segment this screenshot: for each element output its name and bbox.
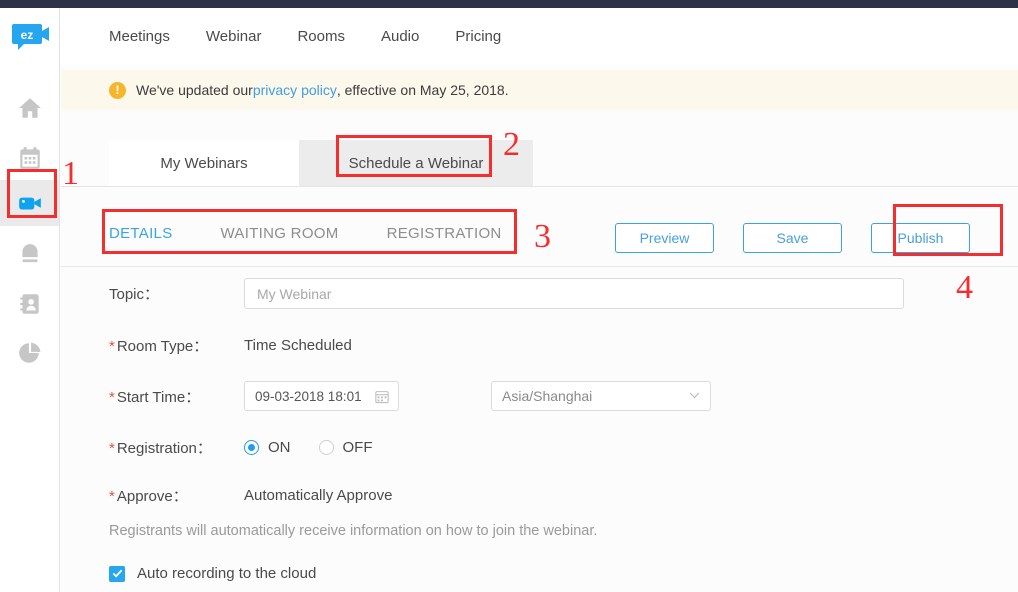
top-bar-strip: [0, 0, 1018, 8]
privacy-policy-banner: ! We've updated our privacy policy , eff…: [61, 70, 1018, 110]
nav-item-rooms[interactable]: Rooms: [297, 28, 345, 45]
timezone-select[interactable]: Asia/Shanghai: [491, 381, 711, 411]
chevron-down-icon: [689, 392, 700, 399]
banner-text-after: , effective on May 25, 2018.: [336, 82, 509, 98]
nav-item-webinar[interactable]: Webinar: [206, 28, 262, 45]
required-asterisk: *: [109, 439, 115, 457]
form-row-registration: * Registration： ON OFF: [61, 435, 1018, 459]
left-sidebar: ez: [0, 8, 60, 592]
topic-input[interactable]: [244, 278, 904, 309]
nav-item-audio[interactable]: Audio: [381, 28, 419, 45]
room-type-value: Time Scheduled: [244, 336, 352, 354]
room-type-label: * Room Type：: [109, 337, 209, 355]
radio-button-on[interactable]: [244, 439, 259, 455]
timezone-value: Asia/Shanghai: [502, 388, 593, 404]
sidebar-item-reports[interactable]: [0, 330, 59, 376]
tab-schedule-a-webinar[interactable]: Schedule a Webinar: [299, 140, 533, 186]
form-row-start-time: * Start Time： 09-03-2018 18:01 Asia/Shang: [61, 381, 1018, 411]
registration-label: * Registration：: [109, 439, 212, 457]
pie-chart-icon: [18, 342, 40, 363]
registration-radio-on[interactable]: ON: [244, 439, 291, 456]
sidebar-item-home[interactable]: [0, 85, 59, 131]
start-time-value: 09-03-2018 18:01: [255, 388, 362, 404]
approve-label: * Approve：: [109, 487, 188, 505]
calendar-icon: [19, 147, 40, 169]
webinar-details-form: Topic： *Room Type： Time Scheduled *Start…: [61, 278, 1018, 582]
start-time-label: * Start Time：: [109, 388, 201, 406]
video-camera-icon: [18, 197, 41, 210]
form-row-room-type: * Room Type： Time Scheduled: [61, 333, 1018, 357]
sidebar-item-webinar[interactable]: [0, 180, 59, 226]
section-tabs: DETAILS WAITING ROOM REGISTRATION: [109, 225, 502, 242]
subtab-registration[interactable]: REGISTRATION: [387, 225, 502, 242]
check-icon: [112, 569, 122, 578]
svg-text:ez: ez: [21, 28, 34, 42]
publish-button[interactable]: Publish: [871, 223, 970, 253]
save-button[interactable]: Save: [743, 223, 842, 253]
approve-helper-text: Registrants will automatically receive i…: [109, 523, 598, 539]
sidebar-item-calendar[interactable]: [0, 135, 59, 181]
tab-my-webinars[interactable]: My Webinars: [109, 140, 299, 186]
nav-item-pricing[interactable]: Pricing: [455, 28, 501, 45]
auto-recording-label: Auto recording to the cloud: [137, 565, 317, 582]
nav-item-meetings[interactable]: Meetings: [109, 28, 170, 45]
radio-label-off: OFF: [342, 438, 373, 456]
home-icon: [18, 98, 41, 118]
sidebar-item-contacts[interactable]: [0, 281, 59, 327]
radio-label-on: ON: [268, 438, 291, 456]
radio-button-off[interactable]: [318, 439, 334, 455]
registration-radio-group: ON OFF: [244, 439, 401, 456]
approve-value: Automatically Approve: [244, 486, 393, 504]
form-row-auto-recording: Auto recording to the cloud: [61, 565, 1018, 582]
topic-label: Topic：: [109, 286, 160, 303]
app-logo[interactable]: ez: [12, 22, 50, 52]
main-panel: Meetings Webinar Rooms Audio Pricing ! W…: [61, 8, 1018, 592]
registration-radio-off[interactable]: OFF: [318, 438, 373, 456]
form-row-approve: * Approve： Automatically Approve: [61, 483, 1018, 507]
required-asterisk: *: [109, 337, 115, 355]
banner-text-before: We've updated our: [136, 82, 253, 98]
top-navigation: Meetings Webinar Rooms Audio Pricing: [61, 8, 1018, 65]
app-root: ez Meetings Webinar Rooms Audio Pricing …: [0, 0, 1018, 592]
calendar-icon: [375, 391, 389, 404]
preview-button[interactable]: Preview: [615, 223, 714, 253]
address-book-icon: [19, 294, 39, 314]
auto-recording-checkbox[interactable]: [109, 565, 125, 582]
sidebar-item-recordings[interactable]: [0, 232, 59, 278]
privacy-policy-link[interactable]: privacy policy: [253, 82, 337, 98]
action-buttons: Preview Save Publish: [586, 223, 970, 253]
subtab-waiting-room[interactable]: WAITING ROOM: [221, 225, 339, 242]
start-time-input[interactable]: 09-03-2018 18:01: [244, 381, 399, 411]
recordings-icon: [21, 244, 38, 263]
form-row-topic: Topic：: [61, 278, 1018, 309]
subtab-details[interactable]: DETAILS: [109, 225, 173, 242]
required-asterisk: *: [109, 388, 115, 406]
webinar-tabs: My Webinars Schedule a Webinar: [61, 140, 1018, 187]
required-asterisk: *: [109, 487, 115, 505]
details-toolbar: DETAILS WAITING ROOM REGISTRATION Previe…: [61, 213, 1018, 267]
warning-icon: !: [109, 81, 126, 99]
